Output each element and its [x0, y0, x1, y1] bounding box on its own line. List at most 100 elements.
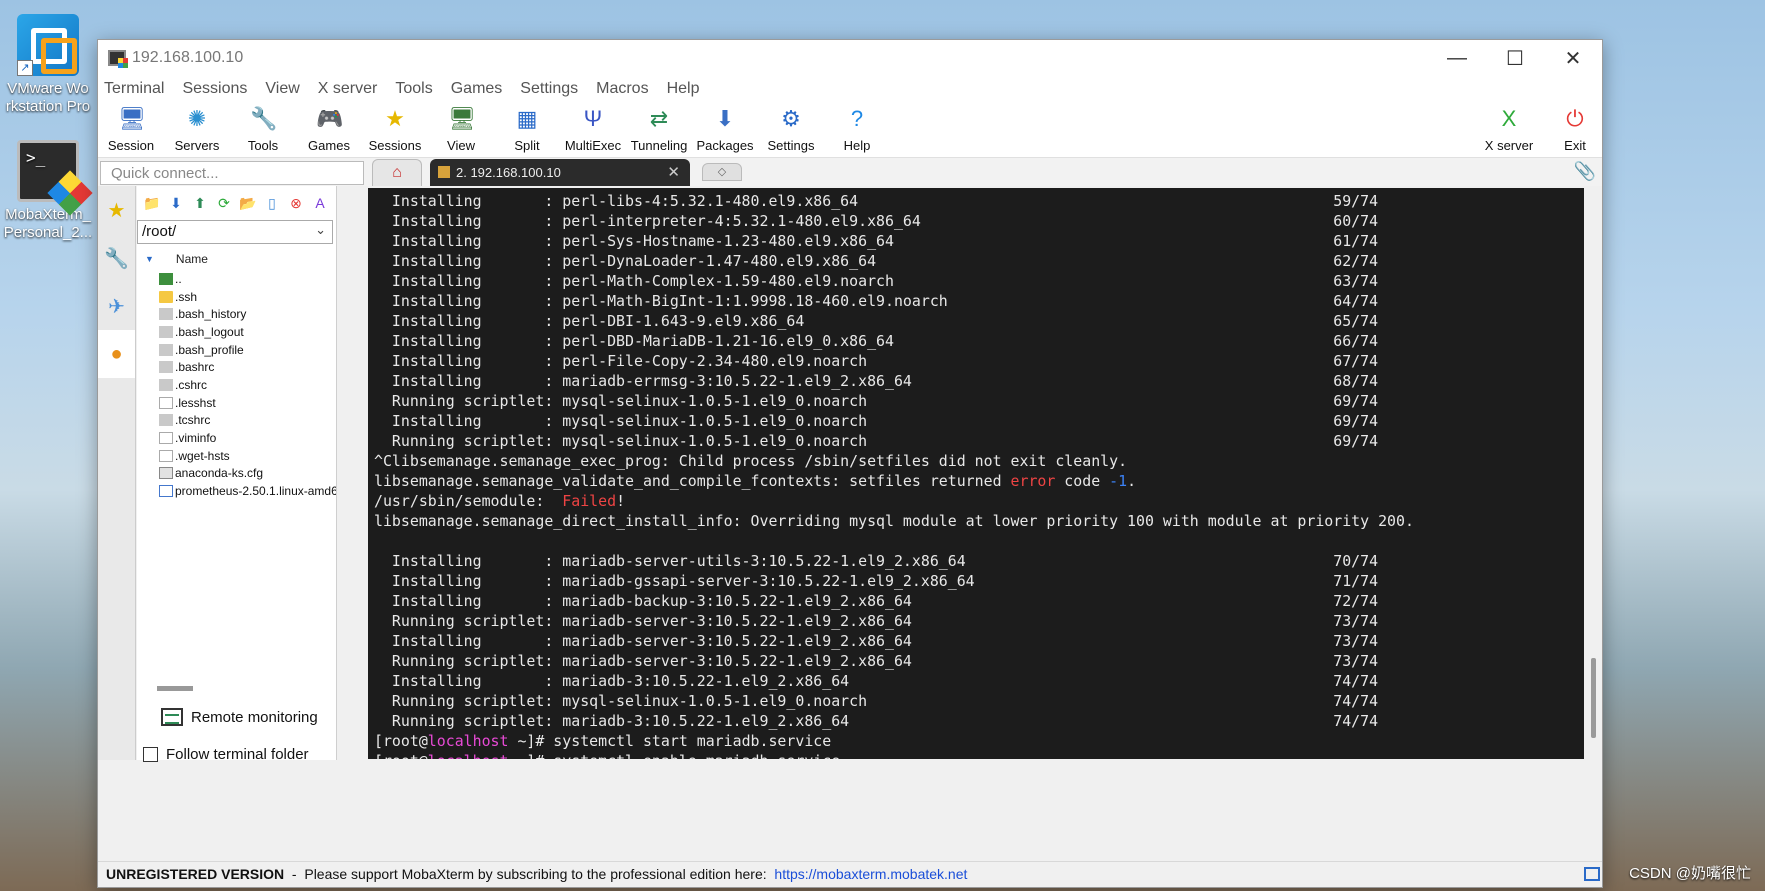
menu-settings[interactable]: Settings: [520, 80, 578, 98]
path-input[interactable]: /root/ ⌄: [137, 220, 333, 244]
terminal-line: Installing : mariadb-server-utils-3:10.5…: [374, 551, 1584, 571]
view-button[interactable]: 🖥 View: [428, 102, 494, 153]
monitor-icon: [161, 708, 183, 726]
terminal-text: !: [616, 492, 626, 510]
tools-icon[interactable]: 🔧: [98, 234, 135, 282]
file-row[interactable]: .tcshrc: [137, 412, 336, 430]
terminal-line: Installing : perl-Sys-Hostname-1.23-480.…: [374, 231, 1584, 251]
menu-macros[interactable]: Macros: [596, 80, 648, 98]
file-icon: [159, 378, 173, 391]
terminal-text: ~]# systemctl enable mariadb.service: [508, 752, 840, 759]
vmware-icon: ↗: [17, 14, 79, 76]
menu-view[interactable]: View: [265, 80, 299, 98]
menu-help[interactable]: Help: [667, 80, 700, 98]
new-tab-button[interactable]: ◇: [702, 163, 742, 181]
file-name: .bashrc: [175, 360, 215, 375]
remote-monitoring-label: Remote monitoring: [191, 708, 318, 726]
file-row[interactable]: anaconda-ks.cfg: [137, 465, 336, 483]
file-row[interactable]: .ssh: [137, 288, 336, 306]
multiexec-button[interactable]: Ψ MultiExec: [560, 102, 626, 153]
remote-monitoring-button[interactable]: Remote monitoring: [161, 708, 318, 726]
settings-button[interactable]: ⚙ Settings: [758, 102, 824, 153]
file-icon: [159, 343, 173, 356]
desktop-icon-mobaxterm[interactable]: MobaXterm_ Personal_2...: [0, 140, 96, 242]
servers-button[interactable]: ✺ Servers: [164, 102, 230, 153]
monitor-status-icon[interactable]: [1584, 867, 1600, 881]
help-button[interactable]: ? Help: [824, 102, 890, 153]
tools-button[interactable]: 🔧 Tools: [230, 102, 296, 153]
ssh-session-icon: [438, 166, 450, 178]
terminal-text: ~]# systemctl start mariadb.service: [508, 732, 832, 750]
file-name: anaconda-ks.cfg: [175, 466, 264, 481]
file-row[interactable]: prometheus-2.50.1.linux-amd64: [137, 482, 336, 500]
x-server-button[interactable]: X X server: [1476, 102, 1542, 153]
new-folder-icon[interactable]: 📂: [239, 195, 257, 212]
terminal-text: libsemanage.semanage_validate_and_compil…: [374, 472, 1011, 490]
menu-x-server[interactable]: X server: [318, 80, 378, 98]
close-tab-icon[interactable]: ✕: [667, 159, 680, 186]
chevron-down-icon[interactable]: ⌄: [315, 222, 326, 238]
session-button[interactable]: 🖥 Session: [98, 102, 164, 153]
menu-games[interactable]: Games: [451, 80, 503, 98]
file-row[interactable]: .bash_logout: [137, 323, 336, 341]
games-button[interactable]: 🎮 Games: [296, 102, 362, 153]
follow-terminal-checkbox[interactable]: [143, 747, 158, 762]
new-file-icon[interactable]: ▯: [263, 195, 281, 212]
terminal-line: Installing : perl-Math-Complex-1.59-480.…: [374, 271, 1584, 291]
minimize-button[interactable]: —: [1428, 40, 1486, 76]
terminal-text: Installing : perl-Math-Complex-1.59-480.…: [374, 272, 1379, 290]
terminal-scrollbar-thumb[interactable]: [1591, 658, 1596, 738]
games-icon: 🎮: [316, 106, 344, 131]
exit-button[interactable]: ⏻ Exit: [1542, 102, 1602, 153]
support-message: - Please support MobaXterm by subscribin…: [284, 866, 775, 882]
home-tab[interactable]: ⌂: [372, 159, 422, 186]
file-row[interactable]: .viminfo: [137, 429, 336, 447]
maximize-button[interactable]: ☐: [1486, 40, 1544, 76]
close-button[interactable]: ✕: [1544, 40, 1602, 76]
parent-folder-icon[interactable]: 📁: [143, 195, 161, 212]
horizontal-scrollbar[interactable]: [157, 686, 193, 691]
toolbar-label: Games: [308, 138, 350, 153]
mobatek-link[interactable]: https://mobaxterm.mobatek.net: [774, 866, 967, 882]
session-tab[interactable]: 2. 192.168.100.10 ✕: [430, 159, 690, 186]
split-button[interactable]: ▦ Split: [494, 102, 560, 153]
terminal-line: Installing : perl-File-Copy-2.34-480.el9…: [374, 351, 1584, 371]
upload-icon[interactable]: ⬆: [191, 195, 209, 212]
paperclip-icon[interactable]: 📎: [1574, 161, 1596, 182]
file-row[interactable]: .bashrc: [137, 358, 336, 376]
terminal-text: /usr/sbin/semodule:: [374, 492, 563, 510]
sort-caret-icon: ▼: [145, 254, 154, 264]
quick-connect-input[interactable]: Quick connect...: [100, 161, 364, 185]
delete-icon[interactable]: ⊗: [287, 195, 305, 212]
follow-terminal-folder[interactable]: Follow terminal folder: [143, 746, 309, 763]
packages-button[interactable]: ⬇ Packages: [692, 102, 758, 153]
file-row[interactable]: .bash_profile: [137, 341, 336, 359]
file-row[interactable]: .wget-hsts: [137, 447, 336, 465]
sessions-star-icon[interactable]: ★: [98, 186, 135, 234]
refresh-icon[interactable]: ⟳: [215, 195, 233, 212]
file-row[interactable]: .bash_history: [137, 305, 336, 323]
file-row[interactable]: ..: [137, 270, 336, 288]
file-row[interactable]: .cshrc: [137, 376, 336, 394]
file-row[interactable]: .lesshst: [137, 394, 336, 412]
terminal-line: Running scriptlet: mysql-selinux-1.0.5-1…: [374, 691, 1584, 711]
rename-icon[interactable]: A: [311, 195, 329, 211]
toolbar-label: Help: [843, 138, 871, 153]
sessions-button[interactable]: ★ Sessions: [362, 102, 428, 153]
terminal-text: libsemanage.semanage_direct_install_info…: [374, 512, 1414, 530]
menu-tools[interactable]: Tools: [395, 80, 432, 98]
menu-terminal[interactable]: Terminal: [104, 80, 164, 98]
mobaxterm-window: 192.168.100.10 — ☐ ✕ Terminal Sessions Vie…: [97, 39, 1603, 888]
terminal-line: Installing : mysql-selinux-1.0.5-1.el9_0…: [374, 411, 1584, 431]
terminal-output[interactable]: Installing : perl-libs-4:5.32.1-480.el9.…: [368, 188, 1584, 759]
menu-sessions[interactable]: Sessions: [182, 80, 247, 98]
sftp-icon[interactable]: ●: [98, 330, 135, 378]
tunneling-button[interactable]: ⇄ Tunneling: [626, 102, 692, 153]
mobaxterm-icon: [17, 140, 79, 202]
macros-icon[interactable]: ✈: [98, 282, 135, 330]
download-icon[interactable]: ⬇: [167, 195, 185, 212]
column-name: Name: [175, 252, 208, 266]
column-header[interactable]: ▼ Name: [137, 248, 336, 270]
terminal-text: Installing : mysql-selinux-1.0.5-1.el9_0…: [374, 412, 1379, 430]
desktop-icon-vmware[interactable]: ↗ VMware Wo rkstation Pro: [0, 14, 96, 116]
